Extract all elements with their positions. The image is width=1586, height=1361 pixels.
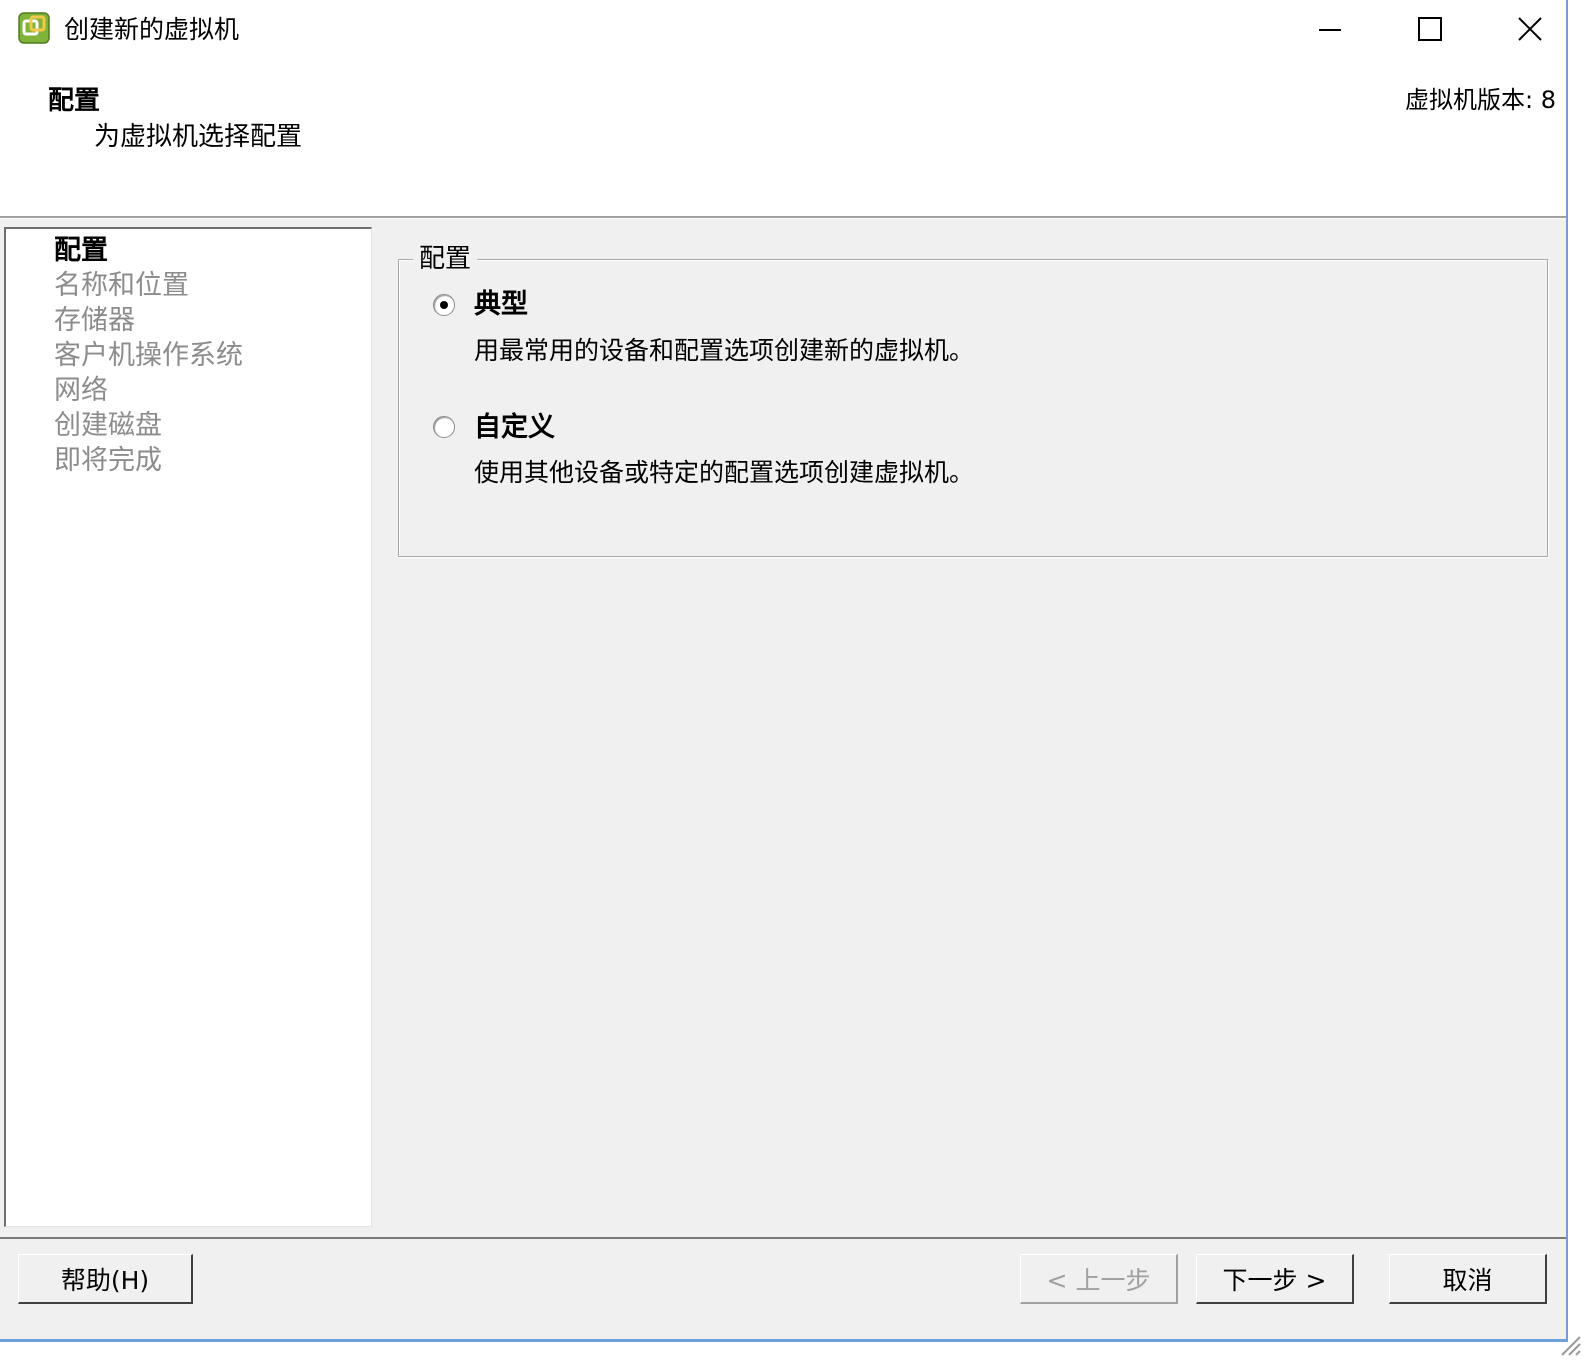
help-button[interactable]: 帮助(H): [18, 1254, 193, 1304]
wizard-body: 配置 名称和位置 存储器 客户机操作系统 网络 创建磁盘 即将完成 配置 典型 …: [0, 219, 1566, 1237]
step-configuration[interactable]: 配置: [54, 233, 108, 268]
window-bottom-border: [0, 1339, 1566, 1342]
step-create-disk[interactable]: 创建磁盘: [54, 408, 162, 443]
window-title: 创建新的虚拟机: [64, 15, 240, 44]
custom-radio[interactable]: [433, 416, 455, 438]
vm-version-label: 虚拟机版本: 8: [1405, 86, 1556, 114]
new-vm-wizard-window: 创建新的虚拟机 配置 为虚拟机选择配置 虚拟机版本: 8 配置 名称和位置 存储…: [0, 0, 1586, 1361]
back-button[interactable]: < 上一步: [1020, 1254, 1178, 1304]
step-network[interactable]: 网络: [54, 373, 108, 408]
custom-option-title[interactable]: 自定义: [474, 411, 555, 445]
vsphere-client-icon: [18, 12, 50, 44]
minimize-icon: [1319, 29, 1341, 31]
custom-option-description: 使用其他设备或特定的配置选项创建虚拟机。: [474, 458, 975, 487]
minimize-button[interactable]: [1280, 0, 1380, 58]
step-ready-to-complete[interactable]: 即将完成: [54, 443, 162, 478]
typical-option-description: 用最常用的设备和配置选项创建新的虚拟机。: [474, 336, 975, 365]
configuration-group: 配置 典型 用最常用的设备和配置选项创建新的虚拟机。 自定义 使用其他设备或特定…: [398, 242, 1548, 557]
cancel-button[interactable]: 取消: [1389, 1254, 1547, 1304]
configuration-group-label: 配置: [413, 242, 478, 276]
page-subtitle: 为虚拟机选择配置: [94, 122, 303, 152]
step-guest-os[interactable]: 客户机操作系统: [54, 338, 243, 373]
steps-panel: 配置 名称和位置 存储器 客户机操作系统 网络 创建磁盘 即将完成: [4, 227, 372, 1227]
maximize-button[interactable]: [1380, 0, 1480, 58]
typical-option-title[interactable]: 典型: [474, 288, 528, 322]
step-name-and-location[interactable]: 名称和位置: [54, 268, 189, 303]
window-right-border: [1566, 0, 1568, 1342]
next-button[interactable]: 下一步 >: [1196, 1254, 1354, 1304]
step-storage[interactable]: 存储器: [54, 303, 135, 338]
close-button[interactable]: [1480, 0, 1580, 58]
wizard-header: 配置 为虚拟机选择配置 虚拟机版本: 8: [0, 60, 1586, 218]
close-icon: [1518, 17, 1542, 41]
wizard-footer: 帮助(H) < 上一步 下一步 > 取消: [0, 1239, 1566, 1339]
maximize-icon: [1418, 17, 1442, 41]
typical-radio[interactable]: [433, 294, 455, 316]
title-bar[interactable]: 创建新的虚拟机: [0, 0, 1586, 60]
resize-grip-icon[interactable]: [1556, 1331, 1582, 1357]
page-title: 配置: [48, 86, 101, 116]
